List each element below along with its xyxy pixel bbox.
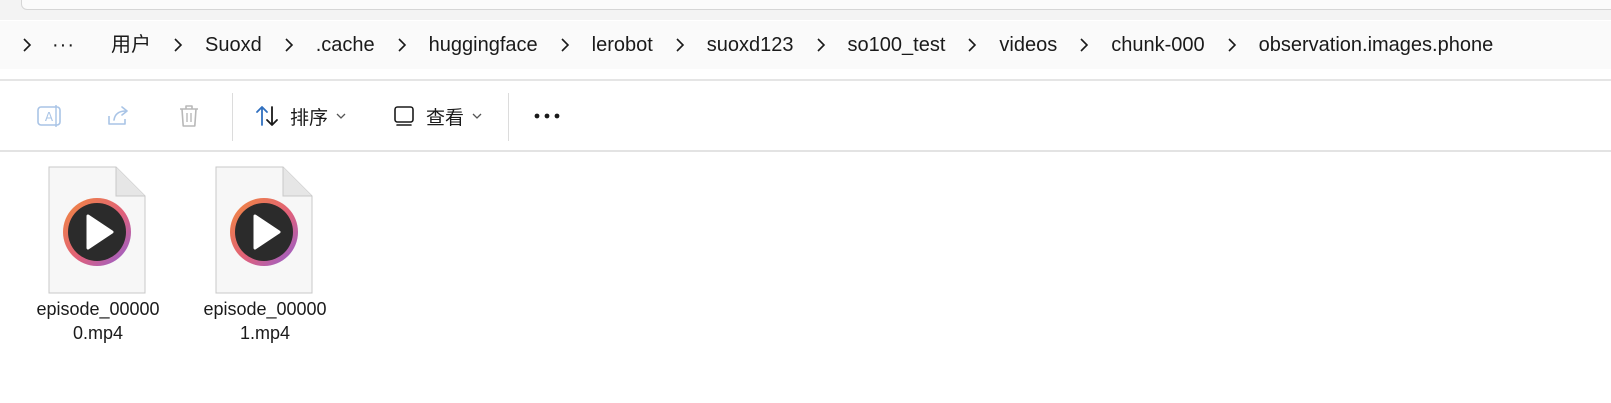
breadcrumb-item-lerobot[interactable]: lerobot [576, 25, 669, 65]
trash-icon [176, 102, 202, 130]
file-view: episode_00000 0.mp4 episode_00000 1.mp4 [0, 152, 1611, 403]
delete-button[interactable] [168, 95, 210, 137]
file-item[interactable]: episode_00000 1.mp4 [195, 166, 335, 356]
toolbar-separator [508, 93, 509, 141]
breadcrumb-item-suoxd[interactable]: Suoxd [189, 25, 278, 65]
title-strip [0, 0, 1611, 20]
chevron-right-icon[interactable] [669, 25, 691, 65]
chevron-right-icon[interactable] [16, 25, 38, 65]
chevron-right-icon[interactable] [554, 25, 576, 65]
share-icon [105, 102, 133, 130]
file-item[interactable]: episode_00000 0.mp4 [28, 166, 168, 356]
breadcrumb-item-videos[interactable]: videos [983, 25, 1073, 65]
more-options-button[interactable] [526, 95, 568, 137]
view-button[interactable]: 查看 [392, 95, 492, 137]
breadcrumb-item-suoxd123[interactable]: suoxd123 [691, 25, 810, 65]
file-name: episode_00000 0.mp4 [28, 297, 168, 345]
breadcrumb-item-cache[interactable]: .cache [300, 25, 391, 65]
file-name: episode_00000 1.mp4 [195, 297, 335, 345]
chevron-right-icon[interactable] [167, 25, 189, 65]
breadcrumb-item-current-folder[interactable]: observation.images.phone [1243, 25, 1510, 65]
file-name-line: 1.mp4 [239, 323, 291, 343]
address-box-edge[interactable] [21, 0, 1611, 10]
view-label: 查看 [426, 107, 465, 129]
breadcrumb-item-huggingface[interactable]: huggingface [413, 25, 554, 65]
breadcrumb: ··· 用户 Suoxd .cache huggingface lerobot … [0, 21, 1611, 69]
breadcrumb-item-users[interactable]: 用户 [89, 25, 167, 65]
sort-button[interactable]: 排序 [254, 95, 354, 137]
sort-label: 排序 [290, 107, 329, 129]
breadcrumb-item-so100-test[interactable]: so100_test [832, 25, 962, 65]
video-file-icon [215, 166, 313, 294]
breadcrumb-item-chunk-000[interactable]: chunk-000 [1095, 25, 1220, 65]
chevron-down-icon [472, 107, 482, 125]
chevron-down-icon [336, 107, 346, 125]
breadcrumb-overflow-button[interactable]: ··· [38, 25, 89, 65]
view-layout-icon [392, 104, 416, 128]
file-name-line: episode_00000 [36, 299, 160, 319]
video-file-icon [48, 166, 146, 294]
file-name-line: episode_00000 [203, 299, 327, 319]
chevron-right-icon[interactable] [278, 25, 300, 65]
chevron-right-icon[interactable] [961, 25, 983, 65]
share-button[interactable] [98, 95, 140, 137]
command-bar: A 排序 查看 [0, 81, 1611, 151]
svg-text:A: A [45, 110, 54, 124]
rename-icon: A [35, 102, 63, 130]
file-explorer-window: ··· 用户 Suoxd .cache huggingface lerobot … [0, 0, 1611, 403]
chevron-right-icon[interactable] [391, 25, 413, 65]
chevron-right-icon[interactable] [810, 25, 832, 65]
sort-arrows-icon [254, 103, 280, 129]
rename-button[interactable]: A [28, 95, 70, 137]
chevron-right-icon[interactable] [1221, 25, 1243, 65]
toolbar-separator [232, 93, 233, 141]
more-horizontal-icon [533, 112, 561, 120]
file-name-line: 0.mp4 [72, 323, 124, 343]
chevron-right-icon[interactable] [1073, 25, 1095, 65]
